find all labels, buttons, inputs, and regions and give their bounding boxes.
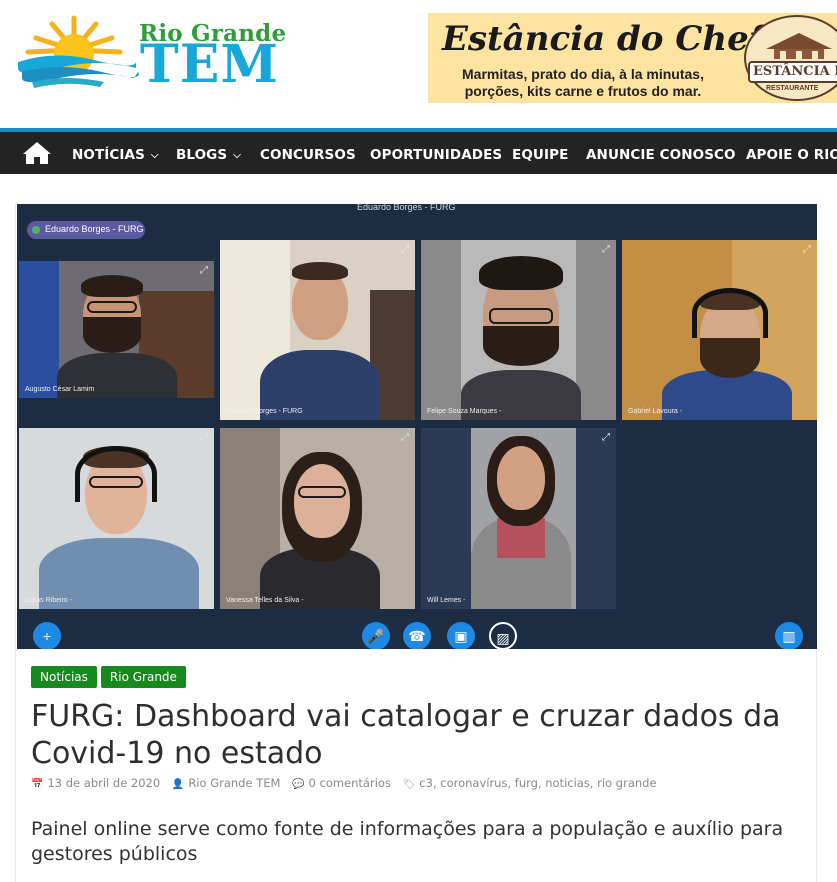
user-icon: 👤	[171, 779, 185, 790]
presenter-pill: Eduardo Borges - FURG	[27, 221, 145, 239]
comment-icon: 💬	[292, 779, 305, 790]
post-tags: 🏷 c3, coronavírus, furg, noticias, rio gr…	[402, 776, 657, 790]
site-header: Rio Grande TEM Estância do Cheff Marmita…	[0, 0, 837, 128]
participant-tile: Felipe Souza Marques - ⤢	[421, 240, 616, 420]
expand-icon: ⤢	[200, 265, 208, 276]
post-date-text: 13 de abril de 2020	[47, 776, 161, 790]
nav-item-noticias-label: NOTÍCIAS	[72, 147, 145, 163]
category-tags: Notícias Rio Grande	[31, 666, 190, 690]
post-date[interactable]: 📅 13 de abril de 2020	[31, 776, 160, 790]
participant-name: Will Lemes -	[427, 597, 466, 604]
featured-image-video-call[interactable]: Eduardo Borges - FURG Eduardo Borges - F…	[17, 204, 817, 649]
participant-tile: Gabriel Lavoura - ⤢	[622, 240, 817, 420]
category-tag-noticias[interactable]: Notícias	[31, 666, 97, 688]
tag-link[interactable]: rio grande	[597, 776, 656, 790]
nav-item-concursos[interactable]: CONCURSOS	[260, 147, 356, 163]
post-comments[interactable]: 💬 0 comentários	[292, 776, 391, 790]
tag-link[interactable]: c3	[419, 776, 433, 790]
ad-banner[interactable]: Estância do Cheff Marmitas, prato do dia…	[428, 13, 837, 103]
ad-subtitle-line-2: porções, kits carne e frutos do mar.	[464, 83, 702, 99]
article-lead: Painel online serve como fonte de inform…	[31, 818, 784, 865]
restaurant-building-icon	[766, 33, 832, 59]
tag-link[interactable]: furg	[515, 776, 538, 790]
presenter-status-icon	[32, 226, 40, 234]
participant-tile: Eduardo Borges - FURG ⤢	[220, 240, 415, 420]
site-logo[interactable]: Rio Grande TEM	[14, 12, 319, 94]
tag-link[interactable]: coronavírus	[440, 776, 507, 790]
nav-item-blogs[interactable]: BLOGS ⌵	[176, 147, 241, 163]
ad-subtitle-line-1: Marmitas, prato do dia, à la minutas,	[462, 66, 704, 82]
ad-badge-label: ESTÂNCIA DO CHEFF	[748, 61, 837, 83]
ad-badge-sub: RESTAURANTE	[766, 85, 819, 92]
logo-text-main: TEM	[140, 34, 279, 95]
ad-title: Estância do Cheff	[442, 19, 777, 59]
participant-name: Gabriel Lavoura -	[628, 408, 683, 415]
participant-tile: Vanessa Telles da Silva - ⤢	[220, 428, 415, 609]
presentation-icon: ▥	[775, 622, 803, 649]
nav-item-apoie[interactable]: APOIE O RIO G	[746, 147, 837, 163]
tag-link[interactable]: noticias	[545, 776, 590, 790]
main-navigation: NOTÍCIAS ⌵ BLOGS ⌵ CONCURSOS OPORTUNIDADES…	[0, 128, 837, 174]
phone-icon: ☎	[403, 622, 431, 649]
meeting-top-bar: Eduardo Borges - FURG	[17, 204, 817, 216]
article-card: Eduardo Borges - FURG Eduardo Borges - F…	[15, 203, 817, 882]
chevron-down-icon: ⌵	[150, 150, 159, 161]
participant-tile: Lucas Ribeiro - ⤢	[19, 428, 214, 609]
post-comments-text: 0 comentários	[308, 776, 391, 790]
ad-subtitle: Marmitas, prato do dia, à la minutas, po…	[428, 66, 738, 100]
camera-icon: ▣	[447, 622, 475, 649]
ad-restaurant-badge: ESTÂNCIA DO CHEFF RESTAURANTE	[744, 15, 837, 101]
expand-icon: ⤢	[401, 432, 409, 443]
add-icon: +	[33, 622, 61, 649]
tags-icon: 🏷	[402, 779, 416, 790]
chevron-down-icon: ⌵	[233, 150, 241, 161]
nav-item-noticias[interactable]: NOTÍCIAS ⌵	[72, 147, 159, 163]
expand-icon: ⤢	[602, 432, 610, 443]
participant-name: Augusto César Lamim	[25, 386, 95, 393]
participant-tile: Augusto César Lamim ⤢	[19, 261, 214, 398]
nav-item-blogs-label: BLOGS	[176, 147, 228, 163]
nav-item-equipe[interactable]: EQUIPE	[512, 147, 568, 163]
expand-icon: ⤢	[200, 432, 208, 443]
logo-sun-waves-icon	[18, 15, 139, 88]
expand-icon: ⤢	[401, 244, 409, 255]
article-title: FURG: Dashboard vai catalogar e cruzar d…	[31, 699, 781, 771]
post-author-text: Rio Grande TEM	[188, 776, 281, 790]
participant-name: Vanessa Telles da Silva -	[226, 597, 304, 604]
home-icon[interactable]	[22, 141, 52, 165]
expand-icon: ⤢	[602, 244, 610, 255]
article-meta: 📅 13 de abril de 2020 👤 Rio Grande TEM 💬 0 …	[31, 776, 665, 790]
meeting-title: Eduardo Borges - FURG	[357, 204, 456, 212]
category-tag-rio-grande[interactable]: Rio Grande	[100, 666, 186, 688]
participant-name: Eduardo Borges - FURG	[226, 408, 303, 415]
microphone-icon: 🎤	[362, 622, 390, 649]
participant-tile: Will Lemes - ⤢	[421, 428, 616, 609]
nav-item-oportunidades[interactable]: OPORTUNIDADES	[370, 147, 502, 163]
participant-name: Lucas Ribeiro -	[25, 597, 73, 604]
participant-name: Felipe Souza Marques -	[427, 408, 502, 415]
screen-share-icon: ▨	[489, 622, 517, 649]
expand-icon: ⤢	[803, 244, 811, 255]
calendar-icon: 📅	[31, 779, 44, 790]
nav-item-anuncie-conosco[interactable]: ANUNCIE CONOSCO	[586, 147, 736, 163]
post-author[interactable]: 👤 Rio Grande TEM	[172, 776, 281, 790]
presenter-pill-label: Eduardo Borges - FURG	[45, 224, 144, 234]
